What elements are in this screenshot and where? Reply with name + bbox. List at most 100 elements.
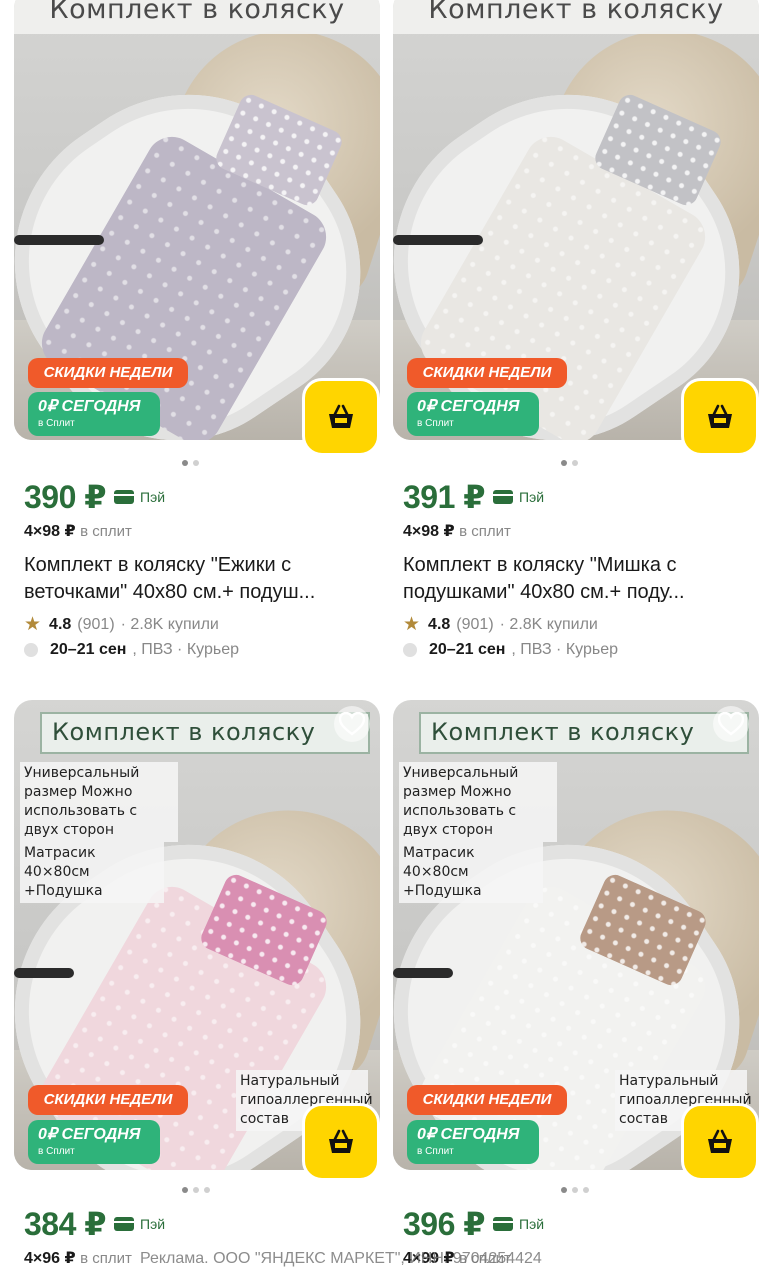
pagination-dot[interactable] [561, 1187, 567, 1193]
split-badge-subtitle: в Сплит [38, 1146, 75, 1157]
photo-pagination[interactable] [182, 460, 199, 466]
product-photo[interactable]: Комплект в коляску Универсальный размер … [14, 700, 380, 1170]
delivery-row: 20–21 сен , ПВЗ · Курьер [403, 641, 618, 659]
add-to-cart-button[interactable] [681, 1103, 759, 1181]
rating-score: 4.8 [428, 615, 451, 633]
review-count: (901) [456, 615, 494, 633]
pay-card-icon [493, 1217, 514, 1231]
split-amount: 4×96 ₽ [24, 1250, 76, 1267]
add-to-cart-button[interactable] [302, 1103, 380, 1181]
star-icon: ★ [403, 614, 421, 635]
delivery-options: , ПВЗ · Курьер [132, 641, 239, 658]
split-row: 4×98 ₽ в сплит [403, 521, 511, 541]
feature-text: Универсальный размер Можно использовать … [20, 762, 178, 842]
sale-badge: СКИДКИ НЕДЕЛИ [28, 358, 188, 388]
split-badge: 0₽ СЕГОДНЯ в Сплит [407, 1120, 539, 1164]
feature-text: Универсальный размер Можно использовать … [399, 762, 557, 842]
review-count: (901) [77, 615, 115, 633]
photo-banner: Комплект в коляску [393, 0, 759, 34]
product-photo[interactable]: Комплект в коляску СКИДКИ НЕДЕЛИ 0₽ СЕГО… [14, 0, 380, 440]
split-badge-title: 0₽ СЕГОДНЯ [38, 1126, 141, 1143]
pagination-dot[interactable] [583, 1187, 589, 1193]
pagination-dot[interactable] [193, 1187, 199, 1193]
ad-disclaimer: Реклама. ООО "ЯНДЕКС МАРКЕТ", ИНН: 97042… [140, 1250, 542, 1267]
product-title[interactable]: Комплект в коляску "Ежики с веточками" 4… [24, 552, 376, 606]
product-title[interactable]: Комплект в коляску "Мишка с подушками" 4… [403, 552, 755, 606]
price-row: 396 ₽ Пэй [403, 1205, 544, 1243]
feature-text: Матрасик 40×80см +Подушка [20, 842, 164, 903]
photo-banner: Комплект в коляску [419, 712, 749, 754]
split-badge-subtitle: в Сплит [417, 418, 454, 429]
stroller-frame [393, 235, 483, 245]
pagination-dot[interactable] [572, 1187, 578, 1193]
pagination-dot[interactable] [204, 1187, 210, 1193]
pagination-dot[interactable] [182, 1187, 188, 1193]
split-badge-subtitle: в Сплит [38, 418, 75, 429]
product-photo[interactable]: Комплект в коляску Универсальный размер … [393, 700, 759, 1170]
star-icon: ★ [24, 614, 42, 635]
split-row: 4×98 ₽ в сплит [24, 521, 132, 541]
sale-badge: СКИДКИ НЕДЕЛИ [28, 1085, 188, 1115]
split-badge: 0₽ СЕГОДНЯ в Сплит [407, 392, 539, 436]
delivery-icon [403, 643, 417, 657]
pay-label: Пэй [140, 1216, 166, 1232]
split-label: в сплит [459, 523, 511, 540]
stroller-frame [14, 235, 104, 245]
delivery-options: , ПВЗ · Курьер [511, 641, 618, 658]
delivery-icon [24, 643, 38, 657]
price: 390 ₽ [24, 479, 107, 515]
price-row: 384 ₽ Пэй [24, 1205, 165, 1243]
favorite-button[interactable] [713, 706, 749, 742]
stroller-frame [14, 968, 74, 978]
delivery-dates: 20–21 сен [50, 641, 127, 658]
product-photo[interactable]: Комплект в коляску СКИДКИ НЕДЕЛИ 0₽ СЕГО… [393, 0, 759, 440]
rating-row: ★ 4.8 (901) · 2.8K купили [403, 613, 598, 636]
add-to-cart-button[interactable] [681, 378, 759, 456]
pay-label: Пэй [519, 489, 545, 505]
pagination-dot[interactable] [193, 460, 199, 466]
pay-label: Пэй [519, 1216, 545, 1232]
photo-banner: Комплект в коляску [40, 712, 370, 754]
price: 384 ₽ [24, 1206, 107, 1242]
bought-count: · 2.8K купили [499, 615, 598, 633]
delivery-dates: 20–21 сен [429, 641, 506, 658]
basket-icon [708, 1129, 732, 1153]
photo-pagination[interactable] [561, 460, 578, 466]
bought-count: · 2.8K купили [120, 615, 219, 633]
pay-label: Пэй [140, 489, 166, 505]
split-label: в сплит [80, 523, 132, 540]
split-amount: 4×98 ₽ [403, 523, 455, 540]
basket-icon [329, 404, 353, 428]
pagination-dot[interactable] [572, 460, 578, 466]
rating-row: ★ 4.8 (901) · 2.8K купили [24, 613, 219, 636]
favorite-button[interactable] [334, 706, 370, 742]
split-label: в сплит [80, 1250, 132, 1267]
delivery-row: 20–21 сен , ПВЗ · Курьер [24, 641, 239, 659]
split-amount: 4×98 ₽ [24, 523, 76, 540]
basket-icon [708, 404, 732, 428]
price: 396 ₽ [403, 1206, 486, 1242]
split-badge: 0₽ СЕГОДНЯ в Сплит [28, 1120, 160, 1164]
photo-pagination[interactable] [561, 1187, 589, 1193]
pagination-dot[interactable] [182, 460, 188, 466]
split-badge-title: 0₽ СЕГОДНЯ [417, 398, 520, 415]
feature-text: Матрасик 40×80см +Подушка [399, 842, 543, 903]
basket-icon [329, 1129, 353, 1153]
heart-icon [339, 712, 365, 736]
sale-badge: СКИДКИ НЕДЕЛИ [407, 358, 567, 388]
price: 391 ₽ [403, 479, 486, 515]
pay-card-icon [493, 490, 514, 504]
heart-icon [718, 712, 744, 736]
rating-score: 4.8 [49, 615, 72, 633]
split-badge: 0₽ СЕГОДНЯ в Сплит [28, 392, 160, 436]
photo-pagination[interactable] [182, 1187, 210, 1193]
split-badge-subtitle: в Сплит [417, 1146, 454, 1157]
pagination-dot[interactable] [561, 460, 567, 466]
photo-banner: Комплект в коляску [14, 0, 380, 34]
pay-card-icon [114, 490, 135, 504]
add-to-cart-button[interactable] [302, 378, 380, 456]
price-row: 391 ₽ Пэй [403, 478, 544, 516]
sale-badge: СКИДКИ НЕДЕЛИ [407, 1085, 567, 1115]
split-badge-title: 0₽ СЕГОДНЯ [417, 1126, 520, 1143]
split-row: 4×96 ₽ в сплит [24, 1248, 132, 1268]
